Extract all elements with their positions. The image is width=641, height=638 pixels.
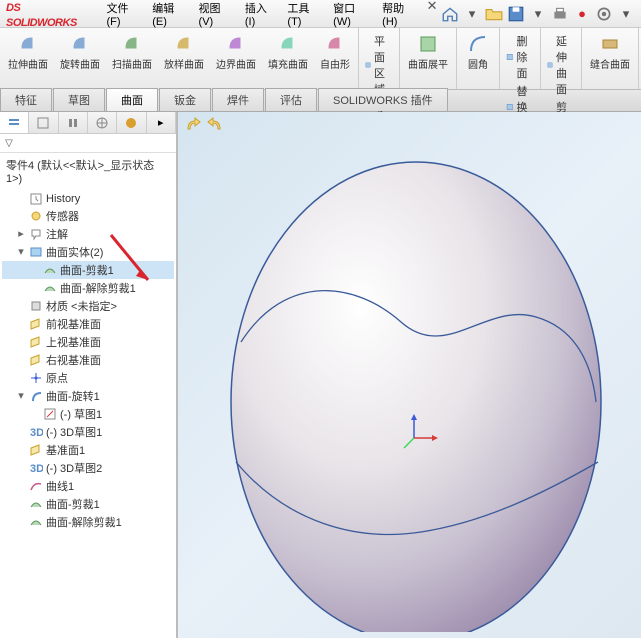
tab-4[interactable]: 焊件: [212, 88, 264, 111]
menu-help[interactable]: 帮助(H): [376, 0, 421, 31]
home-icon[interactable]: [441, 5, 459, 23]
tree-item-17[interactable]: 曲面-剪裁1: [2, 495, 174, 513]
fillet-button[interactable]: 圆角: [459, 32, 497, 73]
tree-item-3[interactable]: ▾曲面实体(2): [2, 243, 174, 261]
options-icon[interactable]: [595, 5, 613, 23]
delete-button[interactable]: 删除面: [502, 32, 538, 82]
part-name[interactable]: 零件4 (默认<<默认>_显示状态 1>): [0, 153, 176, 189]
rollback-icon[interactable]: [184, 116, 202, 134]
tree-item-18[interactable]: 曲面-解除剪裁1: [2, 513, 174, 531]
search-icon[interactable]: ✕: [423, 0, 441, 15]
main-area: ▸ ▽ 零件4 (默认<<默认>_显示状态 1>) History传感器▸注解▾…: [0, 112, 641, 638]
tree-item-7[interactable]: 前视基准面: [2, 315, 174, 333]
feature-manager-panel: ▸ ▽ 零件4 (默认<<默认>_显示状态 1>) History传感器▸注解▾…: [0, 112, 178, 638]
tab-5[interactable]: 评估: [265, 88, 317, 111]
loft-button[interactable]: 放样曲面: [158, 32, 210, 73]
options-dropdown-icon[interactable]: ▾: [617, 5, 635, 23]
tab-2[interactable]: 曲面: [106, 88, 158, 111]
property-tab[interactable]: [29, 112, 58, 133]
tree-item-13[interactable]: 3D(-) 3D草图1: [2, 423, 174, 441]
tab-1[interactable]: 草图: [53, 88, 105, 111]
feature-tree-tab[interactable]: [0, 112, 29, 133]
viewport-rollback-icons: [184, 116, 224, 134]
filter-icon[interactable]: ▽: [2, 136, 16, 150]
svg-text:3D: 3D: [30, 427, 43, 439]
surface-display-button[interactable]: 曲面展平: [402, 32, 454, 73]
tree-item-1[interactable]: 传感器: [2, 207, 174, 225]
tab-3[interactable]: 钣金: [159, 88, 211, 111]
sweep-button[interactable]: 扫描曲面: [106, 32, 158, 73]
dimxpert-tab[interactable]: [88, 112, 117, 133]
save-dropdown-icon[interactable]: ▾: [529, 5, 547, 23]
menu-tools[interactable]: 工具(T): [281, 0, 325, 31]
rollforward-icon[interactable]: [206, 116, 224, 134]
quick-access-toolbar: ▾ ▾ ● ▾: [441, 5, 635, 23]
rebuild-icon[interactable]: ●: [573, 5, 591, 23]
boundary-button[interactable]: 边界曲面: [210, 32, 262, 73]
extend-button[interactable]: 延伸曲面: [543, 32, 579, 98]
tree-item-4[interactable]: 曲面-剪裁1: [2, 261, 174, 279]
display-tab[interactable]: [117, 112, 146, 133]
triad-axis-icon: [400, 412, 440, 452]
tree-item-14[interactable]: 基准面1: [2, 441, 174, 459]
revolve-button[interactable]: 旋转曲面: [54, 32, 106, 73]
tree-item-12[interactable]: (-) 草图1: [2, 405, 174, 423]
tree-toolbar: ▽: [0, 134, 176, 153]
open-icon[interactable]: [485, 5, 503, 23]
fill-button[interactable]: 填充曲面: [262, 32, 314, 73]
app-logo: DS SOLIDWORKS: [6, 0, 86, 29]
freeform-button[interactable]: 自由形: [314, 32, 356, 73]
tree-item-16[interactable]: 曲线1: [2, 477, 174, 495]
menu-insert[interactable]: 插入(I): [239, 0, 280, 31]
model-egg-surface: [226, 142, 606, 632]
print-icon[interactable]: [551, 5, 569, 23]
menu-view[interactable]: 视图(V): [193, 0, 237, 31]
extrude-button[interactable]: 拉伸曲面: [2, 32, 54, 73]
tree-item-6[interactable]: 材质 <未指定>: [2, 297, 174, 315]
knit-button[interactable]: 缝合曲面: [584, 32, 636, 73]
config-tab[interactable]: [59, 112, 88, 133]
tree-item-11[interactable]: ▾曲面-旋转1: [2, 387, 174, 405]
tree-item-5[interactable]: 曲面-解除剪裁1: [2, 279, 174, 297]
menu-bar: 文件(F) 编辑(E) 视图(V) 插入(I) 工具(T) 窗口(W) 帮助(H…: [100, 0, 441, 31]
menu-edit[interactable]: 编辑(E): [146, 0, 190, 31]
tree-item-0[interactable]: History: [2, 191, 174, 207]
more-tab[interactable]: ▸: [147, 112, 176, 133]
svg-text:3D: 3D: [30, 463, 43, 475]
tree-item-9[interactable]: 右视基准面: [2, 351, 174, 369]
new-icon[interactable]: ▾: [463, 5, 481, 23]
graphics-viewport[interactable]: [178, 112, 641, 638]
menu-file[interactable]: 文件(F): [100, 0, 144, 31]
manager-tabs: ▸: [0, 112, 176, 134]
feature-tree: History传感器▸注解▾曲面实体(2)曲面-剪裁1曲面-解除剪裁1材质 <未…: [0, 189, 176, 638]
title-bar: DS SOLIDWORKS 文件(F) 编辑(E) 视图(V) 插入(I) 工具…: [0, 0, 641, 28]
tree-item-8[interactable]: 上视基准面: [2, 333, 174, 351]
tree-item-15[interactable]: 3D(-) 3D草图2: [2, 459, 174, 477]
tab-6[interactable]: SOLIDWORKS 插件: [318, 88, 448, 111]
tree-item-10[interactable]: 原点: [2, 369, 174, 387]
tree-item-2[interactable]: ▸注解: [2, 225, 174, 243]
menu-window[interactable]: 窗口(W): [327, 0, 374, 31]
tab-0[interactable]: 特征: [0, 88, 52, 111]
ribbon-toolbar: 拉伸曲面旋转曲面扫描曲面放样曲面边界曲面填充曲面自由形 平面区域等距曲面直纹曲面…: [0, 28, 641, 90]
save-icon[interactable]: [507, 5, 525, 23]
